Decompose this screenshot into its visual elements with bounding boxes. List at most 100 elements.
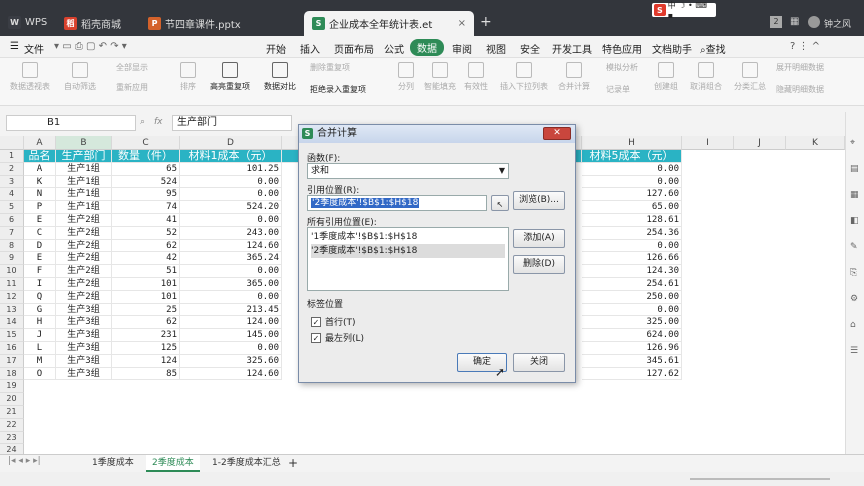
remove-duplicates-button[interactable]: 删除重复项	[310, 62, 350, 73]
table-cell[interactable]: K	[24, 175, 56, 189]
table-cell[interactable]: 124.00	[180, 316, 282, 330]
row-header[interactable]: 10	[0, 265, 24, 278]
grid-cell[interactable]	[480, 418, 582, 432]
window-controls[interactable]: ? ⋮ ^	[790, 41, 820, 52]
grid-cell[interactable]	[682, 226, 734, 240]
grid-cell[interactable]	[378, 444, 480, 454]
table-cell[interactable]: 65.00	[582, 201, 682, 214]
table-cell[interactable]: 125	[112, 342, 180, 355]
wps-home-tab[interactable]: W WPS	[8, 16, 47, 29]
row-header[interactable]: 16	[0, 342, 24, 355]
row-header[interactable]: 6	[0, 214, 24, 227]
grid-cell[interactable]	[734, 329, 786, 342]
grid-cell[interactable]	[56, 393, 112, 406]
grid-cell[interactable]	[786, 239, 845, 253]
autofilter-button[interactable]: 自动筛选	[64, 62, 96, 92]
table-cell[interactable]: N	[24, 188, 56, 202]
collapse-dialog-button[interactable]: ↖	[491, 195, 509, 211]
table-cell[interactable]: C	[24, 226, 56, 240]
table-cell[interactable]: 231	[112, 329, 180, 342]
header-cell[interactable]: 品名	[24, 150, 56, 163]
avatar[interactable]	[808, 16, 820, 28]
table-cell[interactable]: 524.20	[180, 201, 282, 214]
table-cell[interactable]: 生产2组	[56, 290, 112, 304]
column-header[interactable]: J	[734, 136, 786, 150]
text-to-columns-button[interactable]: 分列	[398, 62, 414, 92]
menu-insert[interactable]: 插入	[300, 41, 320, 56]
grid-cell[interactable]	[682, 316, 734, 330]
search-menu[interactable]: ⌕查找	[700, 41, 726, 56]
table-cell[interactable]: 生产2组	[56, 226, 112, 240]
grid-cell[interactable]	[378, 431, 480, 445]
table-cell[interactable]: 145.00	[180, 329, 282, 342]
row-header[interactable]: 3	[0, 175, 24, 189]
grid-cell[interactable]	[734, 342, 786, 355]
name-box[interactable]: B1	[6, 115, 136, 131]
grid-cell[interactable]	[582, 418, 682, 432]
table-cell[interactable]: 0.00	[582, 175, 682, 189]
grid-cell[interactable]	[582, 444, 682, 454]
grid-cell[interactable]	[24, 393, 56, 406]
grid-cell[interactable]	[682, 150, 734, 163]
grid-cell[interactable]	[734, 444, 786, 454]
reapply-button[interactable]: 重新应用	[116, 82, 148, 93]
row-header[interactable]: 5	[0, 201, 24, 214]
table-cell[interactable]: Q	[24, 290, 56, 304]
grid-cell[interactable]	[734, 290, 786, 304]
menu-page-layout[interactable]: 页面布局	[334, 41, 374, 56]
table-cell[interactable]: 126.66	[582, 252, 682, 266]
ime-toolbar[interactable]: S 中 ☽ • ⌨ ▪	[652, 1, 716, 20]
subtotal-button[interactable]: 分类汇总	[734, 62, 766, 92]
table-cell[interactable]: 254.61	[582, 278, 682, 291]
column-header[interactable]: C	[112, 136, 180, 150]
grid-cell[interactable]	[734, 175, 786, 189]
menu-view[interactable]: 视图	[486, 41, 506, 56]
table-cell[interactable]: E	[24, 214, 56, 227]
insert-dropdown-button[interactable]: 插入下拉列表	[500, 62, 548, 92]
header-cell[interactable]: 生产部门	[56, 150, 112, 163]
grid-cell[interactable]	[734, 239, 786, 253]
ref-list-item[interactable]: '1季度成本'!$B$1:$H$18	[311, 230, 505, 244]
row-header[interactable]: 7	[0, 226, 24, 240]
browse-button[interactable]: 浏览(B)...	[513, 191, 565, 210]
grid-cell[interactable]	[682, 342, 734, 355]
grid-cell[interactable]	[282, 431, 378, 445]
table-cell[interactable]: 生产1组	[56, 201, 112, 214]
grid-cell[interactable]	[582, 393, 682, 406]
grid-cell[interactable]	[734, 150, 786, 163]
grid-cell[interactable]	[378, 393, 480, 406]
grid-cell[interactable]	[180, 444, 282, 454]
grid-cell[interactable]	[682, 201, 734, 214]
sheet-tab-summary[interactable]: 1-2季度成本汇总	[206, 455, 287, 472]
dialog-close-x-button[interactable]: ✕	[543, 127, 571, 140]
table-cell[interactable]: 65	[112, 162, 180, 176]
grid-cell[interactable]	[786, 201, 845, 214]
grid-cell[interactable]	[112, 431, 180, 445]
row-header[interactable]: 13	[0, 303, 24, 317]
table-cell[interactable]: 95	[112, 188, 180, 202]
grid-cell[interactable]	[180, 418, 282, 432]
table-cell[interactable]: 生产1组	[56, 188, 112, 202]
grid-cell[interactable]	[56, 380, 112, 394]
grid-cell[interactable]	[682, 380, 734, 394]
sheet-nav-icons[interactable]: |◂ ◂ ▸ ▸|	[8, 456, 41, 466]
grid-cell[interactable]	[734, 367, 786, 381]
grid-cell[interactable]	[56, 406, 112, 419]
table-cell[interactable]: 生产2组	[56, 214, 112, 227]
grid-cell[interactable]	[786, 150, 845, 163]
left-column-checkbox[interactable]: ✓ 最左列(L)	[311, 331, 364, 344]
grid-cell[interactable]	[786, 290, 845, 304]
grid-cell[interactable]	[786, 342, 845, 355]
function-select[interactable]: 求和 ▼	[307, 163, 509, 179]
row-header[interactable]: 18	[0, 367, 24, 381]
table-cell[interactable]: 101	[112, 290, 180, 304]
all-refs-list[interactable]: '1季度成本'!$B$1:$H$18 '2季度成本'!$B$1:$H$18	[307, 227, 509, 291]
table-cell[interactable]: 52	[112, 226, 180, 240]
grid-cell[interactable]	[734, 431, 786, 445]
grid-cell[interactable]	[734, 162, 786, 176]
table-cell[interactable]: 生产1组	[56, 175, 112, 189]
grid-cell[interactable]	[734, 354, 786, 368]
row-header[interactable]: 15	[0, 329, 24, 342]
tab-spreadsheet[interactable]: S 企业成本全年统计表.et ×	[304, 11, 474, 36]
grid-cell[interactable]	[112, 418, 180, 432]
